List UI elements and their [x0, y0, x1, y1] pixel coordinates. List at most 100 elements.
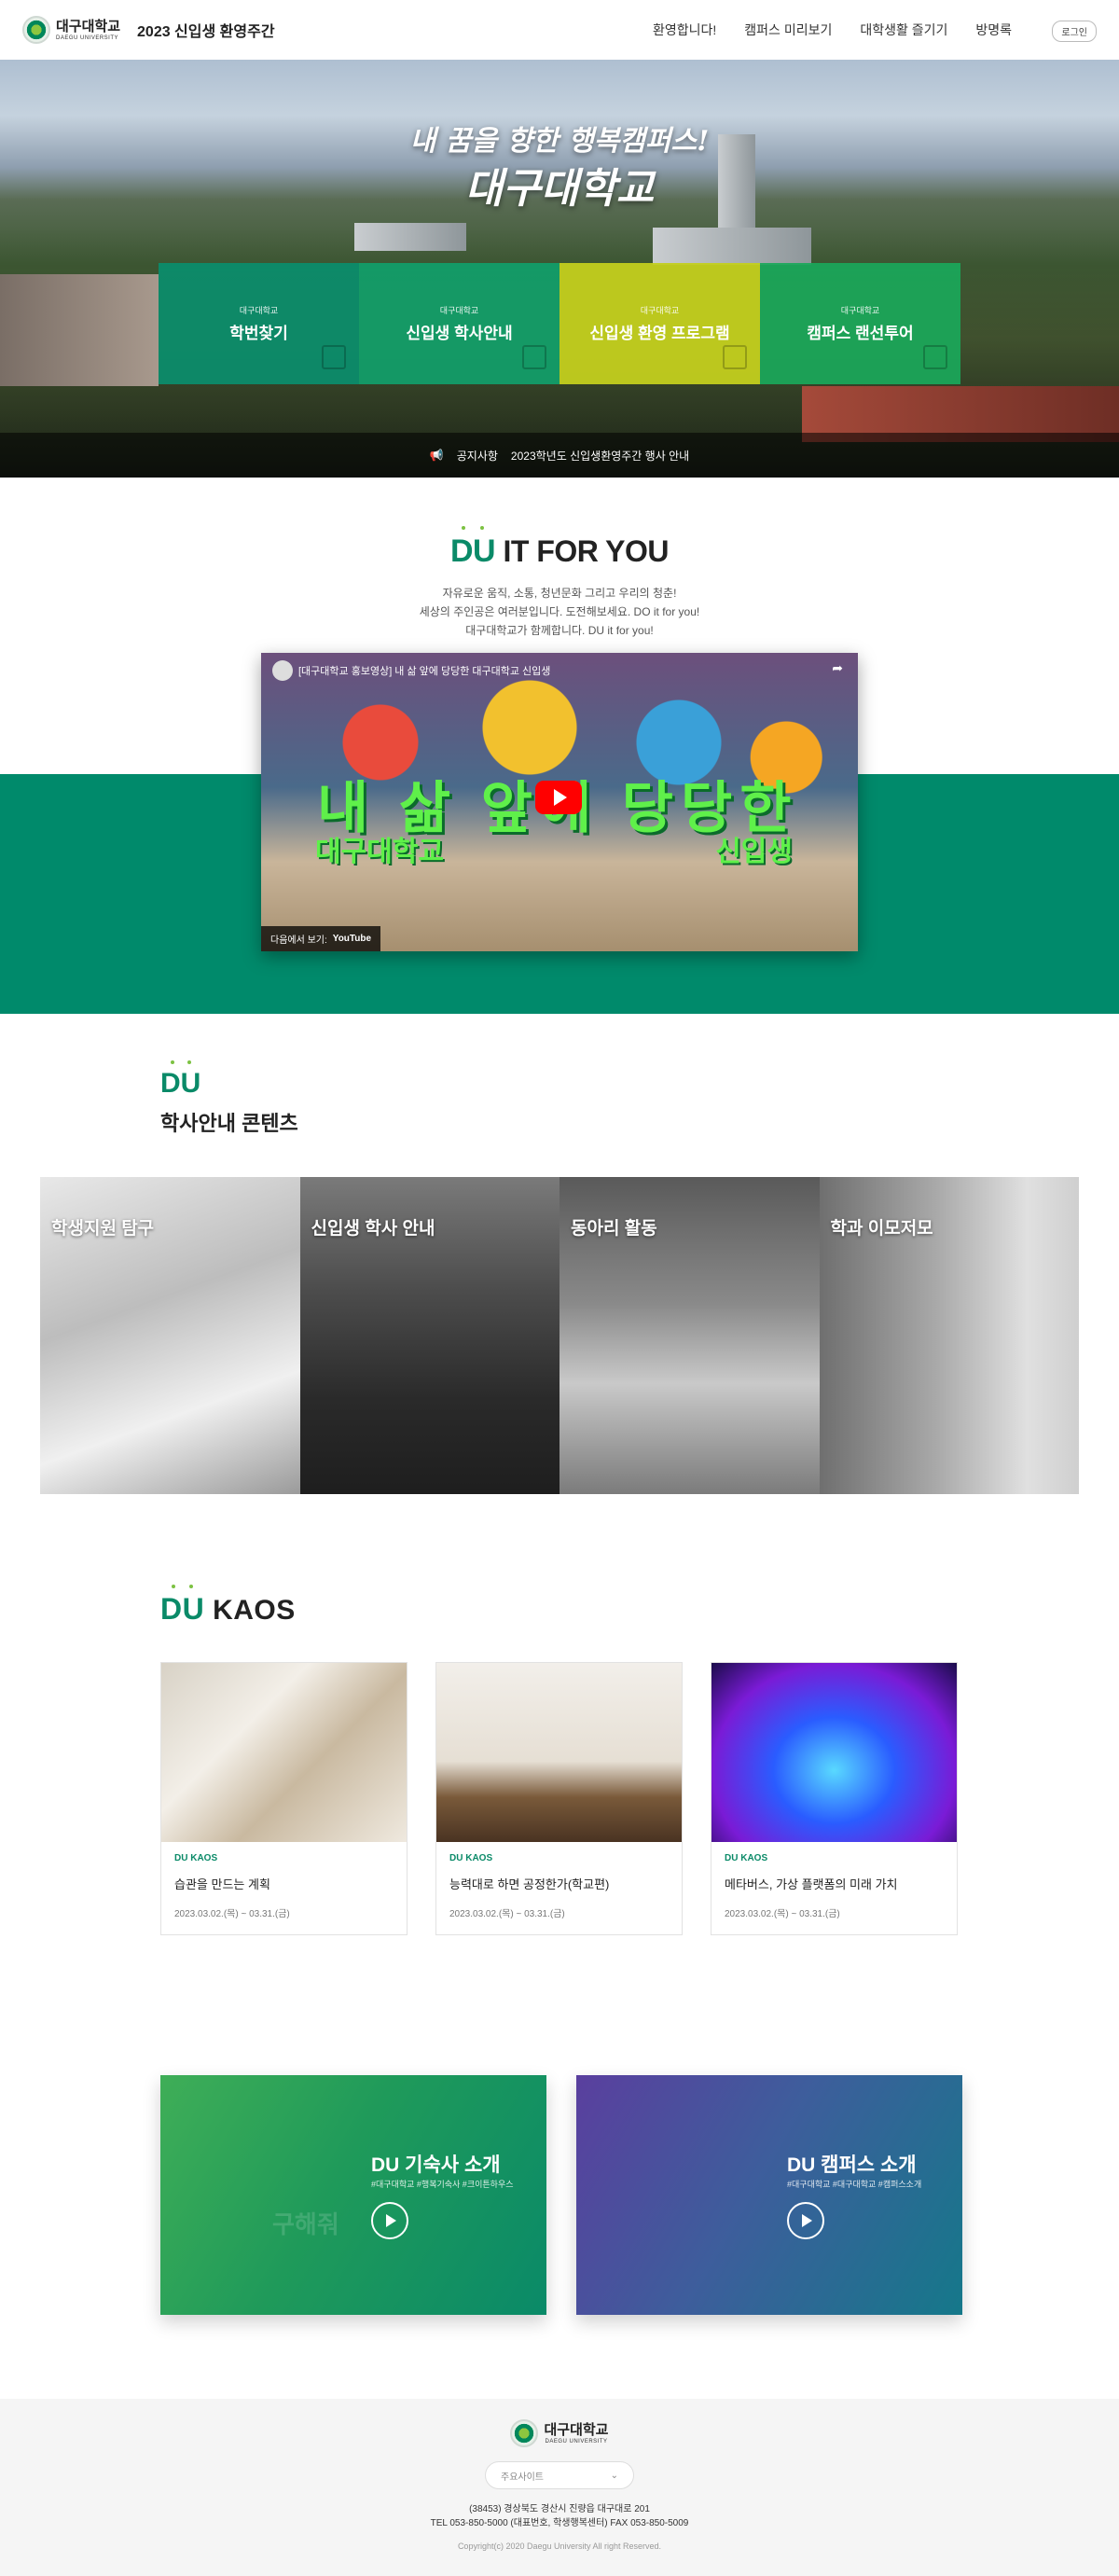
copyright: Copyright(c) 2020 Daegu University All r…: [457, 2541, 662, 2551]
card-freshman-guide[interactable]: 신입생 학사 안내: [299, 1177, 560, 1494]
university-emblem-icon: [22, 16, 50, 44]
card-title: 습관을 만드는 계획: [174, 1877, 270, 1891]
section-title-text: KAOS: [213, 1595, 296, 1626]
section-description: 자유로운 움직, 소통, 청년문화 그리고 우리의 청춘! 세상의 주인공은 여…: [0, 584, 1119, 640]
card-label: 학과 이모저모: [830, 1219, 933, 1239]
megaphone-icon: 📢: [429, 449, 444, 462]
banner-tags: #대구대학교 #행복기숙사 #크이튼하우스: [371, 2180, 514, 2189]
youtube-logo: YouTube: [332, 934, 372, 944]
card-date: 2023.03.02.(목) ~ 03.31.(금): [174, 1909, 290, 1919]
play-icon[interactable]: [787, 2202, 824, 2239]
hero-tagline-line2: 대구대학교: [464, 165, 655, 213]
card-thumbnail: [436, 1663, 682, 1842]
card-date: 2023.03.02.(목) ~ 03.31.(금): [725, 1909, 840, 1919]
du-logo: DU: [160, 1585, 204, 1627]
related-sites-select[interactable]: 주요사이트 ⌄: [485, 2461, 634, 2489]
card-label: 학생지원 탐구: [51, 1219, 155, 1239]
desc-line: 자유로운 움직, 소통, 청년문화 그리고 우리의 청춘!: [442, 587, 677, 600]
play-icon[interactable]: [371, 2202, 408, 2239]
main-nav: 환영합니다! 캠퍼스 미리보기 대학생활 즐기기 방명록: [653, 0, 1040, 60]
kaos-card[interactable]: DU KAOS 능력대로 하면 공정한가(학교편) 2023.03.02.(목)…: [435, 1662, 683, 1935]
login-button[interactable]: 로그인: [1052, 21, 1097, 42]
banner-dormitory[interactable]: 구해줘 DU 기숙사 소개 #대구대학교 #행복기숙사 #크이튼하우스: [160, 2075, 546, 2315]
card-thumbnail: [161, 1663, 407, 1842]
du-it-for-you-section: DU IT FOR YOU 자유로운 움직, 소통, 청년문화 그리고 우리의 …: [0, 478, 1119, 1014]
tile-small-label: 대구대학교: [640, 306, 680, 315]
card-title: 능력대로 하면 공정한가(학교편): [449, 1877, 610, 1891]
university-emblem-icon: [510, 2419, 539, 2447]
banner-campus[interactable]: DU 캠퍼스 소개 #대구대학교 #대구대학교 #캠퍼스소개: [576, 2075, 962, 2315]
pencil-icon: [923, 345, 947, 369]
tile-label: 신입생 학사안내: [406, 325, 513, 342]
banner-tags: #대구대학교 #대구대학교 #캠퍼스소개: [787, 2180, 922, 2189]
card-label: 동아리 활동: [571, 1219, 657, 1239]
logo-korean: 대구대학교: [56, 18, 121, 35]
quick-menu-tiles: 대구대학교 학번찾기 대구대학교 신입생 학사안내 대구대학교 신입생 환영 프…: [159, 263, 960, 384]
nav-welcome[interactable]: 환영합니다!: [653, 21, 716, 39]
promo-video-player[interactable]: [대구대학교 홍보영상] 내 삶 앞에 당당한 대구대학교 신입생 ➦ 내 삶 …: [261, 653, 858, 951]
section-title: DU IT FOR YOU: [0, 526, 1119, 570]
campus-building: [0, 274, 159, 386]
video-title[interactable]: [대구대학교 홍보영상] 내 삶 앞에 당당한 대구대학교 신입생: [298, 663, 550, 678]
card-student-support[interactable]: 학생지원 탐구: [40, 1177, 300, 1494]
program-icon: [723, 345, 747, 369]
channel-avatar: [272, 660, 293, 681]
academic-cards: 학생지원 탐구 신입생 학사 안내 동아리 활동 학과 이모저모: [40, 1177, 1079, 1494]
nav-enjoy-college[interactable]: 대학생활 즐기기: [860, 21, 947, 39]
card-category: DU KAOS: [174, 1853, 218, 1863]
card-label: 신입생 학사 안내: [311, 1219, 435, 1239]
card-date: 2023.03.02.(목) ~ 03.31.(금): [449, 1909, 565, 1919]
logo-english: DAEGU UNIVERSITY: [56, 35, 119, 41]
tile-label: 신입생 환영 프로그램: [589, 325, 730, 342]
book-icon: [522, 345, 546, 369]
kaos-card[interactable]: DU KAOS 메타버스, 가상 플랫폼의 미래 가치 2023.03.02.(…: [711, 1662, 958, 1935]
academic-contents-section: DU 학사안내 콘텐츠 학생지원 탐구 신입생 학사 안내 동아리 활동 학과 …: [0, 1014, 1119, 1545]
nav-campus-preview[interactable]: 캠퍼스 미리보기: [744, 21, 832, 39]
du-logo: DU: [160, 1060, 200, 1100]
section-title: 학사안내 콘텐츠: [160, 1112, 298, 1135]
notice-bar[interactable]: 📢 공지사항 2023학년도 신입생환영주간 행사 안내: [0, 433, 1119, 478]
card-department-news[interactable]: 학과 이모저모: [819, 1177, 1079, 1494]
notice-text[interactable]: 2023학년도 신입생환영주간 행사 안내: [511, 448, 689, 464]
desc-line: 대구대학교가 함께합니다. DU it for you!: [465, 624, 654, 637]
share-icon[interactable]: ➦: [832, 660, 843, 676]
building-icon: [322, 345, 346, 369]
tile-academic-guide[interactable]: 대구대학교 신입생 학사안내: [359, 263, 560, 384]
section-title: DU KAOS: [160, 1585, 296, 1627]
card-category: DU KAOS: [449, 1853, 493, 1863]
tile-small-label: 대구대학교: [439, 306, 479, 315]
watch-on-label: 다음에서 보기:: [270, 935, 327, 946]
card-thumbnail: [711, 1663, 957, 1842]
kaos-card[interactable]: DU KAOS 습관을 만드는 계획 2023.03.02.(목) ~ 03.3…: [160, 1662, 408, 1935]
card-title: 메타버스, 가상 플랫폼의 미래 가치: [725, 1877, 898, 1891]
tile-student-id[interactable]: 대구대학교 학번찾기: [159, 263, 359, 384]
tile-label: 학번찾기: [229, 325, 288, 342]
tile-campus-tour[interactable]: 대구대학교 캠퍼스 랜선투어: [760, 263, 960, 384]
kaos-cards: DU KAOS 습관을 만드는 계획 2023.03.02.(목) ~ 03.3…: [160, 1662, 959, 1935]
banner-title: DU 캠퍼스 소개: [787, 2154, 917, 2176]
address-line: (38453) 경상북도 경산시 진량읍 대구대로 201: [469, 2504, 650, 2514]
video-banners-section: 구해줘 DU 기숙사 소개 #대구대학교 #행복기숙사 #크이튼하우스 DU 캠…: [0, 2049, 1119, 2399]
footer-address: (38453) 경상북도 경산시 진량읍 대구대로 201 TEL 053-85…: [0, 2502, 1119, 2530]
section-title-text: IT FOR YOU: [503, 534, 670, 568]
hero-tagline: 내 꿈을 향한 행복캠퍼스! 대구대학교: [0, 118, 1119, 215]
footer-logo: 대구대학교 DAEGU UNIVERSITY: [510, 2419, 609, 2447]
play-button[interactable]: [535, 781, 582, 814]
video-overlay-text: 신입생: [715, 837, 793, 867]
watch-on-youtube[interactable]: 다음에서 보기: YouTube: [261, 926, 381, 951]
hero-banner: 내 꿈을 향한 행복캠퍼스! 대구대학교 대구대학교 학번찾기 대구대학교 신입…: [0, 60, 1119, 478]
hero-tagline-line1: 내 꿈을 향한 행복캠퍼스!: [409, 125, 710, 158]
select-value: 주요사이트: [501, 2472, 544, 2483]
campus-building: [354, 223, 466, 251]
tile-welcome-program[interactable]: 대구대학교 신입생 환영 프로그램: [560, 263, 760, 384]
video-title-bar: [대구대학교 홍보영상] 내 삶 앞에 당당한 대구대학교 신입생: [272, 660, 802, 681]
banner-title: DU 기숙사 소개: [371, 2154, 501, 2176]
nav-guestbook[interactable]: 방명록: [975, 21, 1012, 39]
tile-label: 캠퍼스 랜선투어: [807, 325, 914, 342]
notice-label: 공지사항: [456, 449, 498, 463]
du-logo: DU: [450, 526, 496, 570]
tile-small-label: 대구대학교: [239, 306, 279, 315]
card-club-activity[interactable]: 동아리 활동: [560, 1177, 820, 1494]
university-logo[interactable]: 대구대학교 DAEGU UNIVERSITY: [22, 16, 120, 44]
card-category: DU KAOS: [725, 1853, 768, 1863]
